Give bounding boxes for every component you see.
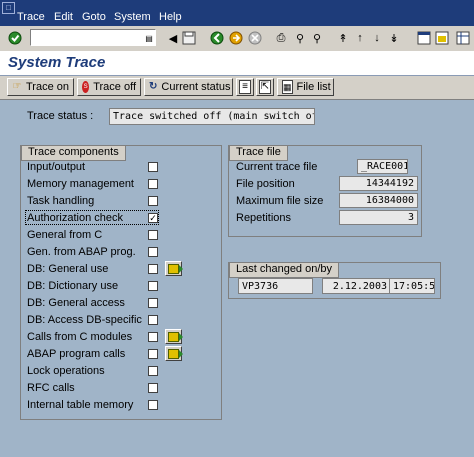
detail-arrow-icon bbox=[168, 263, 183, 274]
trace-status-label: Trace status : bbox=[27, 110, 94, 122]
trace-components-title: Trace components bbox=[21, 145, 126, 161]
component-gen-from-abap-label: Gen. from ABAP prog. bbox=[27, 246, 136, 258]
component-db-access-specific-label: DB: Access DB-specific bbox=[27, 314, 142, 326]
trace-file-title: Trace file bbox=[229, 145, 288, 161]
component-db-general-use-checkbox[interactable] bbox=[148, 264, 158, 274]
trace-off-button[interactable]: S Trace off bbox=[77, 78, 141, 96]
shortcut-icon[interactable] bbox=[434, 30, 450, 46]
component-memory-management-label: Memory management bbox=[27, 178, 134, 190]
component-general-from-c-label: General from C bbox=[27, 229, 103, 241]
component-input-output-checkbox[interactable] bbox=[148, 162, 158, 172]
changed-date-field: 2.12.2003 bbox=[322, 278, 391, 294]
menu-bar: □ Trace Edit Goto System Help bbox=[0, 0, 474, 26]
page-title: System Trace bbox=[8, 54, 106, 71]
component-internal-table-memory-checkbox[interactable] bbox=[148, 400, 158, 410]
component-gen-from-abap-checkbox[interactable] bbox=[148, 247, 158, 257]
first-page-icon[interactable]: ↟ bbox=[335, 30, 351, 46]
list-icon: ≡ bbox=[239, 80, 251, 94]
component-abap-program-calls-checkbox[interactable] bbox=[148, 349, 158, 359]
changed-by-field: VP3736 bbox=[238, 278, 313, 294]
component-db-access-specific-checkbox[interactable] bbox=[148, 315, 158, 325]
standard-toolbar: ▤ ◀ ⎙ ⚲ ⚲ ↟ ↑ ↓ ↡ bbox=[0, 26, 474, 52]
save-icon[interactable] bbox=[181, 30, 197, 46]
component-task-handling-label: Task handling bbox=[27, 195, 95, 207]
exit-icon[interactable] bbox=[228, 30, 244, 46]
grid-icon: ▦ bbox=[282, 80, 293, 94]
component-memory-management-checkbox[interactable] bbox=[148, 179, 158, 189]
component-lock-operations-checkbox[interactable] bbox=[148, 366, 158, 376]
component-calls-from-c-label: Calls from C modules bbox=[27, 331, 133, 343]
current-status-label: Current status bbox=[161, 81, 231, 93]
component-db-dictionary-use-label: DB: Dictionary use bbox=[27, 280, 119, 292]
max-file-size-field: 16384000 bbox=[339, 193, 418, 208]
next-page-icon[interactable]: ↓ bbox=[369, 30, 385, 46]
repetitions-field: 3 bbox=[339, 210, 418, 225]
repetitions-label: Repetitions bbox=[236, 212, 292, 224]
file-position-label: File position bbox=[236, 178, 295, 190]
trace-status-field: Trace switched off (main switch off) bbox=[109, 108, 315, 125]
find-next-icon[interactable]: ⚲ bbox=[309, 30, 325, 46]
refresh-icon: ↻ bbox=[149, 81, 158, 92]
enter-icon[interactable] bbox=[7, 30, 23, 46]
checkmark-icon: ✓ bbox=[149, 213, 157, 223]
component-db-general-use-label: DB: General use bbox=[27, 263, 109, 275]
command-field[interactable] bbox=[30, 29, 156, 46]
pin-icon: ☞ bbox=[12, 81, 22, 92]
layout-icon[interactable] bbox=[455, 30, 471, 46]
trace-on-label: Trace on bbox=[25, 81, 69, 93]
component-internal-table-memory-label: Internal table memory bbox=[27, 399, 134, 411]
document-icon: ⇱ bbox=[259, 80, 271, 94]
db-general-use-detail-button[interactable] bbox=[165, 261, 183, 276]
menu-system[interactable]: System bbox=[114, 11, 151, 23]
max-file-size-label: Maximum file size bbox=[236, 195, 324, 207]
stop-icon: S bbox=[82, 81, 90, 93]
create-session-icon[interactable] bbox=[416, 30, 432, 46]
component-authorization-check-checkbox[interactable]: ✓ bbox=[148, 213, 158, 223]
detail-arrow-icon bbox=[168, 331, 183, 342]
detail-arrow-icon bbox=[168, 348, 183, 359]
menu-help[interactable]: Help bbox=[159, 11, 182, 23]
component-abap-program-calls-label: ABAP program calls bbox=[27, 348, 126, 360]
component-task-handling-checkbox[interactable] bbox=[148, 196, 158, 206]
print-icon[interactable]: ⎙ bbox=[273, 30, 289, 46]
component-db-general-access-label: DB: General access bbox=[27, 297, 125, 309]
component-lock-operations-label: Lock operations bbox=[27, 365, 105, 377]
application-toolbar: ☞ Trace on S Trace off ↻ Current status … bbox=[0, 76, 474, 100]
file-list-button[interactable]: ▦ File list bbox=[277, 78, 334, 96]
changed-time-field: 17:05:51 bbox=[389, 278, 435, 294]
menu-trace[interactable]: Trace bbox=[17, 11, 45, 23]
trace-off-label: Trace off bbox=[93, 81, 136, 93]
current-trace-file-field: _RACE001 bbox=[357, 159, 408, 174]
command-history-icon[interactable]: ▤ bbox=[144, 33, 154, 43]
component-general-from-c-checkbox[interactable] bbox=[148, 230, 158, 240]
component-rfc-calls-label: RFC calls bbox=[27, 382, 75, 394]
menu-edit[interactable]: Edit bbox=[54, 11, 73, 23]
find-icon[interactable]: ⚲ bbox=[292, 30, 308, 46]
abap-program-calls-detail-button[interactable] bbox=[165, 346, 183, 361]
component-db-dictionary-use-checkbox[interactable] bbox=[148, 281, 158, 291]
back-icon[interactable] bbox=[209, 30, 225, 46]
menu-goto[interactable]: Goto bbox=[82, 11, 106, 23]
current-status-button[interactable]: ↻ Current status bbox=[144, 78, 233, 96]
last-page-icon[interactable]: ↡ bbox=[386, 30, 402, 46]
last-changed-title: Last changed on/by bbox=[229, 262, 340, 278]
file-position-field: 14344192 bbox=[339, 176, 418, 191]
component-db-general-access-checkbox[interactable] bbox=[148, 298, 158, 308]
component-input-output-label: Input/output bbox=[27, 161, 86, 173]
title-bar: System Trace bbox=[0, 51, 474, 76]
separator-icon: ◀ bbox=[168, 32, 178, 45]
component-calls-from-c-checkbox[interactable] bbox=[148, 332, 158, 342]
previous-page-icon[interactable]: ↑ bbox=[352, 30, 368, 46]
current-trace-file-label: Current trace file bbox=[236, 161, 318, 173]
document-button[interactable]: ⇱ bbox=[256, 78, 274, 96]
list-button[interactable]: ≡ bbox=[236, 78, 254, 96]
calls-from-c-detail-button[interactable] bbox=[165, 329, 183, 344]
trace-on-button[interactable]: ☞ Trace on bbox=[7, 78, 74, 96]
component-authorization-check-label: Authorization check bbox=[27, 212, 123, 224]
cancel-icon[interactable] bbox=[247, 30, 263, 46]
system-menu-icon[interactable]: □ bbox=[2, 2, 15, 14]
component-rfc-calls-checkbox[interactable] bbox=[148, 383, 158, 393]
file-list-label: File list bbox=[296, 81, 331, 93]
